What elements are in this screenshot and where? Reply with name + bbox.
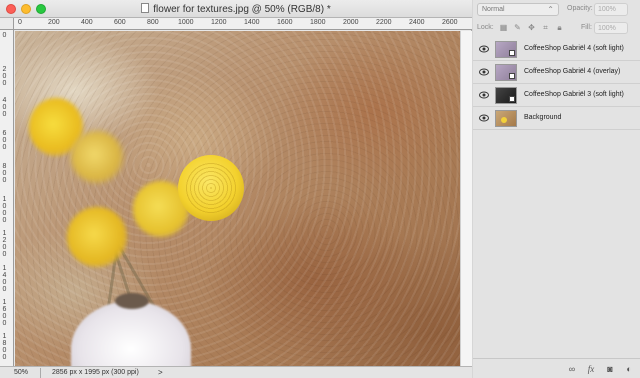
layer-row[interactable]: CoffeeShop Gabriël 4 (overlay) [473, 61, 640, 84]
ruler-label: 2000 [343, 19, 359, 26]
blend-mode-select[interactable]: Normal ⌃ [477, 3, 559, 16]
layer-thumbnail [495, 41, 517, 58]
ruler-label: 4 0 0 [2, 97, 7, 118]
ruler-label: 8 0 0 [2, 163, 7, 184]
smart-object-icon [509, 96, 515, 102]
opacity-field[interactable]: 100% [594, 3, 628, 16]
mask-icon[interactable]: ◙ [604, 364, 616, 374]
link-icon[interactable]: ∞ [566, 364, 578, 374]
ruler-label: 1 6 0 0 [2, 299, 7, 327]
ruler-label: 1 2 0 0 [2, 230, 7, 258]
layers-list: CoffeeShop Gabriël 4 (soft light) Coffee… [473, 38, 640, 130]
layer-name: Background [524, 114, 562, 121]
layer-thumbnail [495, 110, 517, 127]
ruler-label: 1400 [244, 19, 260, 26]
document-window: flower for textures.jpg @ 50% (RGB/8) * … [0, 0, 472, 378]
fill-field[interactable]: 100% [594, 22, 628, 34]
lock-image-pixels-icon[interactable]: ✎ [513, 23, 522, 32]
status-bar: 50% 2856 px x 1995 px (300 ppi) > [0, 366, 472, 378]
layers-panel: Normal ⌃ Opacity: 100% Lock: ▦ ✎ ✥ ⌗ 🔒︎ … [473, 0, 640, 378]
ruler-label: 400 [81, 19, 93, 26]
eye-icon[interactable] [479, 91, 489, 99]
layer-name: CoffeeShop Gabriël 4 (overlay) [524, 68, 621, 75]
lock-row: Lock: ▦ ✎ ✥ ⌗ 🔒︎ Fill: 100% [473, 20, 640, 36]
artboard-lock-icon[interactable]: ⌗ [541, 23, 550, 32]
ruler-label: 6 0 0 [2, 130, 7, 151]
adjustment-icon[interactable]: ◐ [623, 364, 635, 374]
layer-name: CoffeeShop Gabriël 4 (soft light) [524, 45, 624, 52]
status-menu-arrow[interactable]: > [158, 368, 163, 377]
chevron-updown-icon: ⌃ [547, 5, 554, 14]
document-title: flower for textures.jpg @ 50% (RGB/8) * [153, 4, 331, 15]
fill-label: Fill: [581, 24, 592, 31]
document-info: 2856 px x 1995 px (300 ppi) [52, 369, 139, 376]
status-divider [40, 368, 41, 378]
ruler-label: 200 [48, 19, 60, 26]
yellow-flower [71, 131, 123, 183]
ruler-label: 2600 [442, 19, 458, 26]
thumbnail-flower [501, 117, 507, 123]
layer-row[interactable]: CoffeeShop Gabriël 3 (soft light) [473, 84, 640, 107]
image-canvas[interactable] [15, 31, 460, 366]
layer-thumbnail [495, 64, 517, 81]
layers-panel-footer: ∞ fx ◙ ◐ [473, 358, 640, 378]
ruler-label: 1 8 0 0 [2, 333, 7, 361]
ruler-label: 1000 [178, 19, 194, 26]
lock-transparent-pixels-icon[interactable]: ▦ [499, 23, 508, 32]
lock-all-icon[interactable]: 🔒︎ [555, 23, 564, 32]
layer-row[interactable]: Background [473, 107, 640, 130]
fx-icon[interactable]: fx [585, 364, 597, 374]
vase-neck [115, 293, 149, 309]
vertical-ruler[interactable]: 0 2 0 0 4 0 0 6 0 0 8 0 0 1 0 0 0 1 2 0 … [0, 30, 14, 366]
ruler-label: 0 [2, 32, 7, 39]
smart-object-icon [509, 50, 515, 56]
document-title-wrap: flower for textures.jpg @ 50% (RGB/8) * [0, 3, 472, 15]
layer-name: CoffeeShop Gabriël 3 (soft light) [524, 91, 624, 98]
ruler-label: 800 [147, 19, 159, 26]
flower-texture [184, 161, 238, 215]
ruler-label: 2400 [409, 19, 425, 26]
ruler-label: 1800 [310, 19, 326, 26]
blend-mode-value: Normal [482, 6, 505, 13]
ruler-label: 1200 [211, 19, 227, 26]
ruler-label: 0 [18, 19, 22, 26]
ruler-label: 1600 [277, 19, 293, 26]
ruler-label: 2 0 0 [2, 66, 7, 87]
ruler-label: 600 [114, 19, 126, 26]
ruler-origin[interactable] [0, 18, 14, 30]
yellow-flower-focused [178, 155, 244, 221]
eye-icon[interactable] [479, 68, 489, 76]
yellow-flower [67, 207, 127, 267]
vertical-scrollbar[interactable] [460, 31, 472, 366]
title-bar[interactable]: flower for textures.jpg @ 50% (RGB/8) * [0, 0, 472, 18]
eye-icon[interactable] [479, 45, 489, 53]
eye-icon[interactable] [479, 114, 489, 122]
opacity-label: Opacity: [567, 5, 593, 12]
horizontal-ruler[interactable]: 0 200 400 600 800 1000 1200 1400 1600 18… [14, 18, 472, 30]
ruler-label: 1 4 0 0 [2, 265, 7, 293]
lock-label: Lock: [477, 24, 494, 31]
ruler-label: 1 0 0 0 [2, 196, 7, 224]
document-icon [141, 3, 150, 13]
zoom-level[interactable]: 50% [14, 369, 28, 376]
ruler-label: 2200 [376, 19, 392, 26]
smart-object-icon [509, 73, 515, 79]
layer-thumbnail [495, 87, 517, 104]
layer-row[interactable]: CoffeeShop Gabriël 4 (soft light) [473, 38, 640, 61]
lock-position-icon[interactable]: ✥ [527, 23, 536, 32]
photoshop-workspace: flower for textures.jpg @ 50% (RGB/8) * … [0, 0, 640, 378]
